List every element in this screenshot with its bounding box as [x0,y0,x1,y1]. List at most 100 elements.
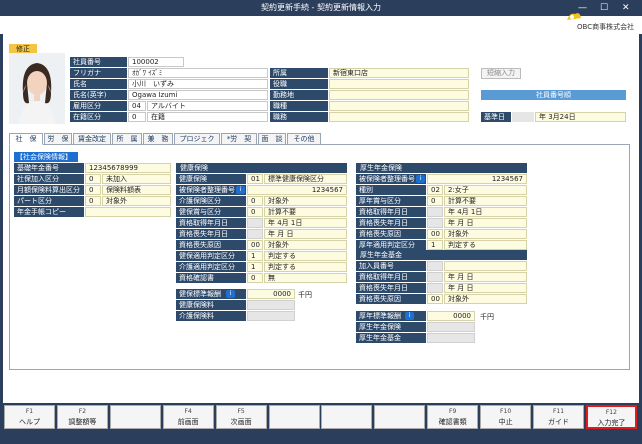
pension-label-4: 資格喪失年月日 [356,218,426,228]
short-input-button[interactable]: 短縮入力 [481,68,521,79]
pension-value-6: 判定する [444,240,527,250]
company-name: OBC商事株式会社 [577,23,635,31]
pension-era-3 [427,207,443,217]
tab-other[interactable]: その他 [287,133,321,145]
health-code-2[interactable]: 0 [247,196,263,206]
social-code-2[interactable]: 0 [85,185,101,195]
fkey-code: F4 [184,408,192,415]
health-value-0: 標準健康保険区分 [264,174,347,184]
fund-code-3[interactable]: 00 [427,294,443,304]
pension-value-4[interactable]: 年 月 日 [444,218,527,228]
health-code-9[interactable]: 0 [247,273,263,283]
health-code-0[interactable]: 01 [247,174,263,184]
health-value-4[interactable]: 年 4月 1日 [264,218,347,228]
fkey-empty-7[interactable] [374,405,426,429]
field-label-furigana: フリガナ [70,68,127,78]
fund-premium-label: 厚生年金基金 [356,333,426,343]
pension-value-3[interactable]: 年 4月 1日 [444,207,527,217]
fkey-empty-6[interactable] [321,405,373,429]
pension-premium-value [427,322,475,332]
tab-wage-revision[interactable]: 賃金改定 [73,133,111,145]
field-label-workplace: 勤務地 [270,90,328,100]
pension-std-value[interactable]: 0000 [427,311,475,321]
tab-interview[interactable]: 面 談 [258,133,286,145]
fund-value-1[interactable]: 年 月 日 [444,272,527,282]
fund-premium-value [427,333,475,343]
fkey-label: 次画面 [230,418,252,426]
pension-book-copy-field[interactable] [85,207,171,217]
health-code-8[interactable]: 1 [247,262,263,272]
health-code-3[interactable]: 0 [247,207,263,217]
job-type-field [329,101,469,111]
fkey-f10[interactable]: F10 中止 [480,405,532,429]
health-value-9: 無 [264,273,347,283]
care-premium-value [247,311,295,321]
tab-affiliation[interactable]: 所 属 [112,133,142,145]
health-std-value[interactable]: 0000 [247,289,295,299]
base-date-input[interactable]: 年 3月24日 [535,112,626,122]
pension-label-2: 厚年賞与区分 [356,196,426,206]
info-icon[interactable]: i [416,175,425,183]
fkey-f12[interactable]: F12 入力完了 [585,405,637,429]
position-field [329,79,469,89]
fkey-empty-5[interactable] [268,405,320,429]
health-value-1[interactable]: 1234567 [247,185,347,195]
close-button[interactable]: ✕ [622,3,630,13]
tab-labor-insurance[interactable]: 労 保 [44,133,72,145]
maximize-button[interactable]: ☐ [600,3,608,13]
health-label-6: 資格喪失原因 [176,240,246,250]
field-label-duty: 職務 [270,112,328,122]
fkey-empty-2[interactable] [109,405,161,429]
fkey-f11[interactable]: F11 ガイド [533,405,584,429]
fkey-f4[interactable]: F4 前画面 [162,405,214,429]
fund-section-title: 厚生年金基金 [356,250,527,260]
fkey-label: ヘルプ [19,418,40,426]
tab-concurrent[interactable]: 兼 務 [143,133,173,145]
pension-number-field[interactable]: 12345678999 [85,163,171,173]
window-titlebar: 契約更新手続 - 契約更新情報入力 [0,0,642,16]
pension-code-5[interactable]: 00 [427,229,443,239]
pension-value-1: 2:女子 [444,185,527,195]
name-field: 小川 いずみ [128,79,268,89]
fund-value-2[interactable]: 年 月 日 [444,283,527,293]
emp-no-input[interactable]: 100002 [128,57,184,67]
fkey-f9[interactable]: F9 確認書類 [427,405,479,429]
health-era-4 [247,218,263,228]
fkey-code: F10 [500,408,512,415]
pension-value-0[interactable]: 1234567 [427,174,527,184]
tab-project[interactable]: プロジェク [174,133,220,145]
fkey-code: F5 [237,408,245,415]
field-label-name-en: 氏名(英字) [70,90,127,100]
pension-value-5: 対象外 [444,229,527,239]
health-value-5[interactable]: 年 月 日 [264,229,347,239]
social-code-1[interactable]: 0 [85,174,101,184]
tab-labor-contract[interactable]: *労 契 [221,133,257,145]
pension-premium-label: 厚生年金保険 [356,322,426,332]
furigana-field: ｵｶﾞﾜ ｲｽﾞﾐ [128,68,268,78]
health-code-6[interactable]: 00 [247,240,263,250]
info-icon[interactable]: i [236,186,245,194]
info-icon[interactable]: i [226,290,235,298]
pension-code-1[interactable]: 02 [427,185,443,195]
fund-label-1: 資格取得年月日 [356,272,426,282]
social-code-3[interactable]: 0 [85,196,101,206]
status-value: 在籍 [147,112,268,122]
pension-code-2[interactable]: 0 [427,196,443,206]
fkey-label: 確認書類 [438,418,467,426]
fkey-f1[interactable]: F1 ヘルプ [4,405,55,429]
emp-number-order-button[interactable]: 社員番号順 [481,90,626,100]
info-icon[interactable]: i [405,312,414,320]
health-code-7[interactable]: 1 [247,251,263,261]
fkey-f2[interactable]: F2 調整額等 [56,405,108,429]
field-label-status: 在籍区分 [70,112,127,122]
tab-social-insurance[interactable]: 社 保 [9,133,43,145]
fund-value-0[interactable] [444,261,527,271]
fkey-code: F2 [78,408,87,415]
fkey-f5[interactable]: F5 次画面 [215,405,267,429]
fund-era-2 [427,283,443,293]
fkey-code: F11 [552,408,565,415]
pension-code-6[interactable]: 1 [427,240,443,250]
base-date-label: 基準日 [481,112,511,122]
company-logo-icon [565,10,583,22]
field-label-dept: 所属 [270,68,328,78]
